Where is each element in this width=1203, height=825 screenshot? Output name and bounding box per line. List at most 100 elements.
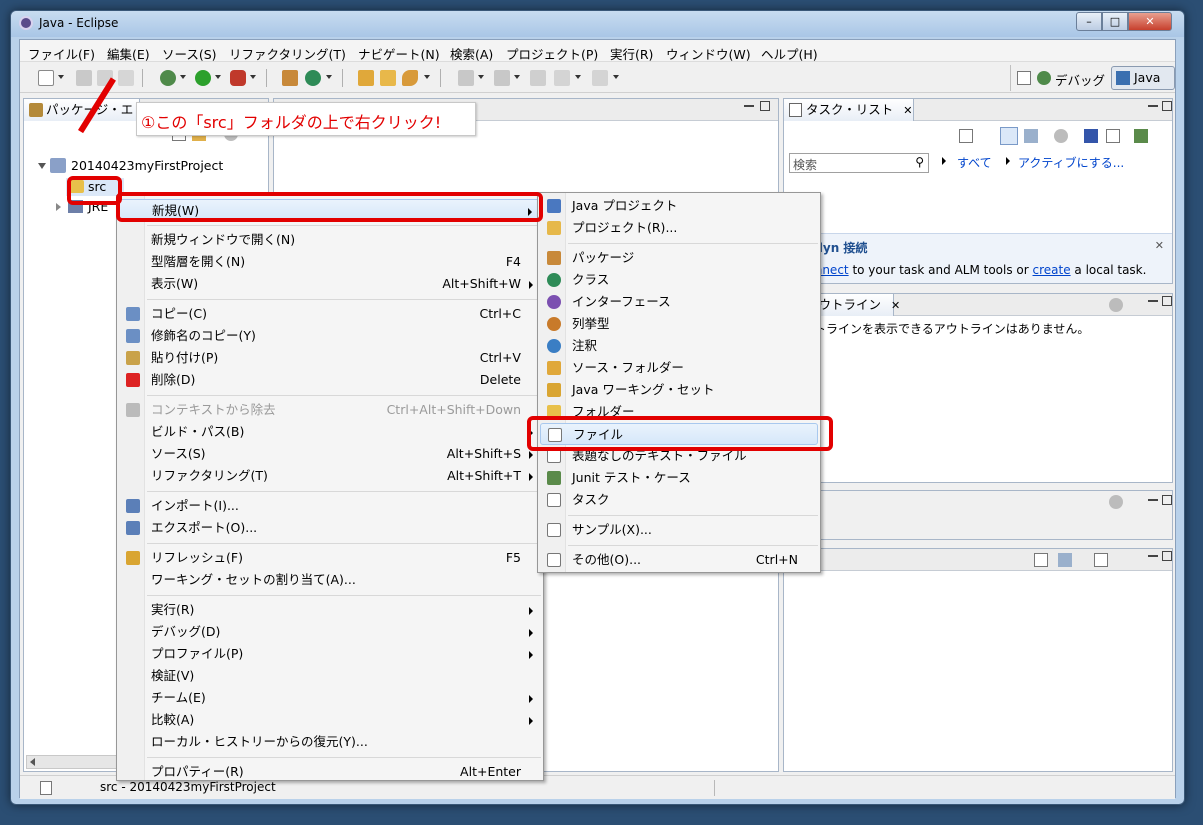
task-minimize-icon[interactable] — [1148, 105, 1158, 107]
run-icon[interactable] — [195, 70, 211, 86]
menu-item[interactable]: コピー(C) Ctrl+C — [119, 303, 541, 325]
open-type-icon[interactable] — [358, 70, 374, 86]
activate-link[interactable]: アクティブにする... — [1018, 154, 1124, 171]
task-maximize-icon[interactable] — [1162, 101, 1172, 111]
menu-item[interactable]: ビルド・パス(B) — [119, 421, 541, 443]
menu-item[interactable]: 貼り付け(P) Ctrl+V — [119, 347, 541, 369]
menu-item[interactable]: ソース(S) Alt+Shift+S — [119, 443, 541, 465]
menu-search[interactable]: 検索(A) — [450, 44, 493, 63]
maximize-button[interactable]: □ — [1102, 12, 1128, 31]
console-minimize-icon[interactable] — [1148, 555, 1158, 557]
menu-window[interactable]: ウィンドウ(W) — [666, 44, 751, 63]
console-new-icon[interactable] — [1094, 553, 1108, 567]
menu-refactor[interactable]: リファクタリング(T) — [229, 44, 346, 63]
task-list-tab[interactable]: タスク・リスト ✕ — [784, 99, 914, 121]
search-field[interactable]: 検索 ⚲ — [789, 153, 929, 173]
console-open-icon[interactable] — [1034, 553, 1048, 567]
mylyn-close-icon[interactable]: ✕ — [1155, 239, 1164, 252]
menu-help[interactable]: ヘルプ(H) — [761, 44, 818, 63]
new-class-icon[interactable] — [305, 70, 321, 86]
menu-item[interactable]: Java ワーキング・セット — [540, 379, 818, 401]
menu-item[interactable]: プロジェクト(R)... — [540, 217, 818, 239]
save-icon[interactable] — [76, 70, 92, 86]
menu-item[interactable]: 実行(R) — [119, 599, 541, 621]
editor-maximize-icon[interactable] — [760, 101, 770, 111]
expand-project-icon[interactable] — [38, 163, 46, 169]
open-folder-icon[interactable] — [380, 70, 396, 86]
menu-item[interactable]: パッケージ — [540, 247, 818, 269]
debug-perspective-button[interactable]: デバッグ — [1055, 70, 1105, 89]
project-node[interactable]: 20140423myFirstProject — [71, 158, 223, 173]
back-icon[interactable] — [554, 70, 570, 86]
panel-maximize-icon[interactable] — [1162, 495, 1172, 505]
menu-item[interactable]: チーム(E) — [119, 687, 541, 709]
new-icon[interactable] — [38, 70, 54, 86]
menu-item[interactable]: 修飾名のコピー(Y) — [119, 325, 541, 347]
menu-item[interactable]: デバッグ(D) — [119, 621, 541, 643]
panel-view-menu-icon[interactable] — [1109, 495, 1123, 509]
sync-icon[interactable] — [1134, 129, 1148, 143]
menu-item[interactable]: その他(O)... Ctrl+N — [540, 549, 818, 571]
menu-item[interactable]: インポート(I)... — [119, 495, 541, 517]
open-task-icon[interactable] — [402, 70, 418, 86]
menu-item[interactable]: 比較(A) — [119, 709, 541, 731]
forward-icon[interactable] — [592, 70, 608, 86]
menu-item[interactable]: プロパティー(R) Alt+Enter — [119, 761, 541, 783]
scheduled-icon[interactable] — [1024, 129, 1038, 143]
print-icon[interactable] — [118, 70, 134, 86]
outline-maximize-icon[interactable] — [1162, 296, 1172, 306]
new-task-icon[interactable] — [959, 129, 973, 143]
close-button[interactable]: ✕ — [1128, 12, 1172, 31]
expand-jre-icon[interactable] — [56, 203, 61, 211]
close-tab-icon[interactable]: ✕ — [903, 104, 912, 117]
outline-view-menu-icon[interactable] — [1109, 298, 1123, 312]
editor-minimize-icon[interactable] — [744, 105, 754, 107]
focus-icon[interactable] — [1084, 129, 1098, 143]
menu-run[interactable]: 実行(R) — [610, 44, 653, 63]
menu-item[interactable]: Junit テスト・ケース — [540, 467, 818, 489]
menu-item[interactable]: Java プロジェクト — [540, 195, 818, 217]
minimize-button[interactable]: – — [1076, 12, 1102, 31]
menu-item[interactable]: 型階層を開く(N) F4 — [119, 251, 541, 273]
open-perspective-icon[interactable] — [1017, 71, 1031, 85]
menu-item[interactable]: 列挙型 — [540, 313, 818, 335]
menu-item[interactable]: リフレッシュ(F) F5 — [119, 547, 541, 569]
menu-item[interactable]: ローカル・ヒストリーからの復元(Y)... — [119, 731, 541, 753]
menu-file[interactable]: ファイル(F) — [28, 44, 95, 63]
menu-edit[interactable]: 編集(E) — [107, 44, 150, 63]
menu-item[interactable]: ワーキング・セットの割り当て(A)... — [119, 569, 541, 591]
status-new-icon[interactable] — [40, 781, 52, 795]
menu-item[interactable]: 新規ウィンドウで開く(N) — [119, 229, 541, 251]
hide-completed-icon[interactable] — [1054, 129, 1068, 143]
menu-item[interactable]: インターフェース — [540, 291, 818, 313]
next-annotation-icon[interactable] — [458, 70, 474, 86]
all-link[interactable]: すべて — [957, 154, 992, 171]
menu-item[interactable]: エクスポート(O)... — [119, 517, 541, 539]
menu-item[interactable]: 注釈 — [540, 335, 818, 357]
menu-item[interactable]: 検証(V) — [119, 665, 541, 687]
collapse-tasks-icon[interactable] — [1106, 129, 1120, 143]
external-tools-icon[interactable] — [230, 70, 246, 86]
menu-navigate[interactable]: ナビゲート(N) — [358, 44, 440, 63]
java-perspective-button[interactable]: Java — [1111, 66, 1175, 90]
menu-item[interactable]: プロファイル(P) — [119, 643, 541, 665]
menu-item[interactable]: 削除(D) Delete — [119, 369, 541, 391]
scroll-left-icon[interactable] — [30, 758, 35, 766]
outline-minimize-icon[interactable] — [1148, 300, 1158, 302]
menu-item[interactable]: リファクタリング(T) Alt+Shift+T — [119, 465, 541, 487]
last-edit-icon[interactable] — [530, 70, 546, 86]
create-link[interactable]: create — [1033, 263, 1071, 277]
search-input[interactable]: 検索 — [793, 156, 817, 173]
menu-item[interactable]: タスク — [540, 489, 818, 511]
console-maximize-icon[interactable] — [1162, 551, 1172, 561]
menu-item[interactable]: サンプル(X)... — [540, 519, 818, 541]
panel-minimize-icon[interactable] — [1148, 499, 1158, 501]
menu-item[interactable]: ソース・フォルダー — [540, 357, 818, 379]
menu-source[interactable]: ソース(S) — [162, 44, 217, 63]
close-outline-icon[interactable]: ✕ — [891, 299, 900, 312]
prev-annotation-icon[interactable] — [494, 70, 510, 86]
debug-icon[interactable] — [160, 70, 176, 86]
menu-project[interactable]: プロジェクト(P) — [506, 44, 598, 63]
menu-item[interactable]: 表示(W) Alt+Shift+W — [119, 273, 541, 295]
menu-item[interactable]: クラス — [540, 269, 818, 291]
